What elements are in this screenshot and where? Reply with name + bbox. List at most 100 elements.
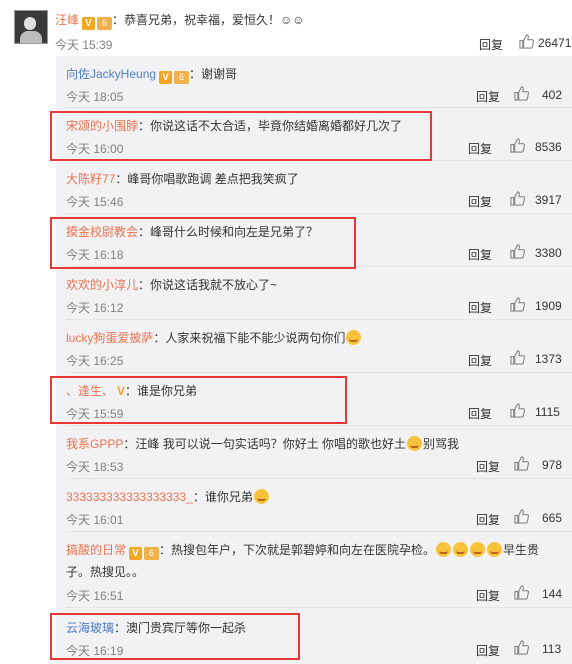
emoji-icon xyxy=(487,542,503,557)
highlight-box xyxy=(50,376,347,424)
thumbs-up-icon xyxy=(510,191,525,206)
username-link[interactable]: 欢欢的小淳儿 xyxy=(66,278,138,292)
thumbs-up-icon xyxy=(514,585,529,600)
like-button[interactable] xyxy=(519,34,535,52)
thumbs-up-icon xyxy=(514,509,529,524)
thumbs-up-icon xyxy=(514,86,529,101)
timestamp: 今天 15:46 xyxy=(66,195,124,209)
reply-button[interactable]: 回复 xyxy=(468,405,492,422)
highlight-box xyxy=(50,613,300,660)
reply-button[interactable]: 回复 xyxy=(468,352,492,369)
reply-button[interactable]: 回复 xyxy=(468,299,492,316)
username-link[interactable]: 向佐JackyHeung xyxy=(66,67,156,81)
thumbs-up-icon xyxy=(519,34,535,49)
like-button[interactable] xyxy=(514,86,530,102)
list-item: 大陈籽77：峰哥你唱歌跑调 差点把我笑疯了 今天 15:46 回复 3917 xyxy=(56,161,572,214)
reply-button[interactable]: 回复 xyxy=(476,88,500,105)
like-count: 1909 xyxy=(535,299,562,313)
thumbs-up-icon xyxy=(510,350,525,365)
username-link[interactable]: 大陈籽77 xyxy=(66,172,115,186)
like-count: 1373 xyxy=(535,352,562,366)
like-count: 144 xyxy=(542,587,563,601)
top-comment-text: 汪峰 V 6 ：恭喜兄弟，祝幸福，爱恒久！☺︎☺︎ xyxy=(55,11,305,30)
comment-text: ：恭喜兄弟，祝幸福，爱恒久！☺︎☺︎ xyxy=(112,13,305,27)
reply-text: ：汪峰 我可以说一句实话吗？你好土 你唱的歌也好土 xyxy=(123,437,407,451)
emoji-icon xyxy=(470,542,486,557)
like-button[interactable] xyxy=(510,191,526,207)
username-link[interactable]: 搞酸的日常 xyxy=(66,543,126,557)
like-count: 402 xyxy=(542,88,563,102)
level-badge: 6 xyxy=(97,17,113,30)
reply-text: ：峰哥你唱歌跑调 差点把我笑疯了 xyxy=(115,172,299,186)
timestamp: 今天 16:51 xyxy=(66,589,124,603)
reply-button[interactable]: 回复 xyxy=(479,36,503,53)
thumbs-up-icon xyxy=(510,403,525,418)
timestamp: 今天 18:05 xyxy=(66,90,124,104)
highlight-box xyxy=(50,111,432,161)
like-button[interactable] xyxy=(510,403,526,419)
list-item: 欢欢的小淳儿：你说这话我就不放心了~ 今天 16:12 回复 1909 xyxy=(56,267,572,320)
verified-icon: V xyxy=(82,17,96,30)
reply-text-tail: 早生贵 xyxy=(503,543,540,557)
timestamp: 今天 18:53 xyxy=(66,460,124,474)
thumbs-up-icon xyxy=(510,138,525,153)
avatar[interactable] xyxy=(14,10,48,44)
like-button[interactable] xyxy=(510,350,526,366)
emoji-icon xyxy=(253,489,269,504)
like-button[interactable] xyxy=(510,297,526,313)
reply-button[interactable]: 回复 xyxy=(468,140,492,157)
timestamp: 今天 15:39 xyxy=(55,38,113,52)
highlight-box xyxy=(50,217,356,269)
reply-button[interactable]: 回复 xyxy=(476,642,500,659)
like-count: 3917 xyxy=(535,193,562,207)
emoji-icon xyxy=(453,542,469,557)
reply-button[interactable]: 回复 xyxy=(476,458,500,475)
emoji-icon xyxy=(346,330,362,345)
verified-icon: V xyxy=(129,547,143,560)
reply-text-line2: 子。热搜见。。 xyxy=(66,565,145,579)
like-count: 1115 xyxy=(535,405,560,419)
like-count: 113 xyxy=(542,642,562,656)
username-link[interactable]: lucky狗蛋爱披萨 xyxy=(66,331,153,345)
reply-button[interactable]: 回复 xyxy=(468,193,492,210)
username-link[interactable]: 汪峰 xyxy=(55,13,79,27)
list-item: 我系GPPP：汪峰 我可以说一句实话吗？你好土 你唱的歌也好土 别骂我 今天 18… xyxy=(56,426,572,479)
like-count: 26471 xyxy=(538,36,572,50)
thumbs-up-icon xyxy=(510,244,525,259)
thumbs-up-icon xyxy=(514,456,529,471)
verified-icon: V xyxy=(159,71,173,84)
level-badge: 6 xyxy=(174,71,190,84)
like-button[interactable] xyxy=(510,138,526,154)
like-button[interactable] xyxy=(514,456,530,472)
list-item: 搞酸的日常 V 6 ：热搜包年户，下次就是郭碧婷和向左在医院孕检。 早生贵 子。热搜见。… xyxy=(56,532,572,608)
reply-text: ：谢谢哥 xyxy=(189,67,238,81)
list-item: 333333333333333333_：谁你兄弟 今天 16:01 回复 665 xyxy=(56,479,572,532)
timestamp: 今天 16:12 xyxy=(66,301,124,315)
reply-text: ：人家来祝福下能不能少说两句你们 xyxy=(153,331,346,345)
reply-button[interactable]: 回复 xyxy=(476,587,500,604)
like-count: 8536 xyxy=(535,140,562,154)
username-link[interactable]: 333333333333333333_ xyxy=(66,490,193,504)
timestamp: 今天 16:01 xyxy=(66,513,124,527)
reply-text: ：你说这话我就不放心了~ xyxy=(138,278,278,292)
thumbs-up-icon xyxy=(514,640,529,655)
username-link[interactable]: 我系GPPP xyxy=(66,437,123,451)
like-count: 3380 xyxy=(535,246,562,260)
top-comment: 汪峰 V 6 ：恭喜兄弟，祝幸福，爱恒久！☺︎☺︎ 今天 15:39 回复 26471 xyxy=(0,0,572,56)
reply-text: ：谁你兄弟 xyxy=(192,490,253,504)
timestamp: 今天 16:25 xyxy=(66,354,124,368)
thumbs-up-icon xyxy=(510,297,525,312)
like-button[interactable] xyxy=(510,244,526,260)
emoji-icon xyxy=(407,436,423,451)
like-button[interactable] xyxy=(514,585,530,601)
reply-button[interactable]: 回复 xyxy=(468,246,492,263)
like-button[interactable] xyxy=(514,640,530,656)
reply-text: ：热搜包年户，下次就是郭碧婷和向左在医院孕检。 xyxy=(159,543,436,557)
like-button[interactable] xyxy=(514,509,530,525)
reply-button[interactable]: 回复 xyxy=(476,511,500,528)
reply-text-tail: 别骂我 xyxy=(423,437,460,451)
like-count: 665 xyxy=(542,511,563,525)
list-item: lucky狗蛋爱披萨：人家来祝福下能不能少说两句你们 今天 16:25 回复 1… xyxy=(56,320,572,373)
like-count: 978 xyxy=(542,458,563,472)
list-item: 向佐JackyHeung V 6 ：谢谢哥 今天 18:05 回复 402 xyxy=(56,56,572,108)
